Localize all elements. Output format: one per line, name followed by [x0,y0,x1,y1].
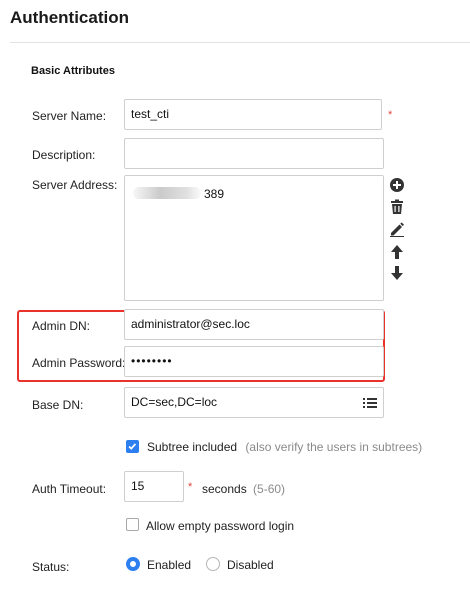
server-address-label: Server Address: [32,178,118,192]
status-enabled-label[interactable]: Enabled [147,558,191,572]
base-dn-value: DC=sec,DC=loc [131,395,218,409]
move-down-icon[interactable] [389,265,405,281]
title-divider [10,42,470,43]
status-disabled-label[interactable]: Disabled [227,558,274,572]
auth-timeout-required-marker: * [188,481,193,493]
server-address-textarea[interactable]: 389 [124,175,384,301]
server-name-required-marker: * [388,109,393,121]
page-title: Authentication [10,8,129,27]
delete-icon[interactable] [389,199,405,215]
admin-dn-input[interactable]: administrator@sec.loc [124,309,384,340]
base-dn-input[interactable]: DC=sec,DC=loc [124,387,384,418]
auth-timeout-input[interactable]: 15 [124,471,184,502]
server-name-input[interactable]: test_cti [124,99,382,130]
base-dn-label: Base DN: [32,398,84,412]
section-title: Basic Attributes [31,65,115,77]
allow-empty-checkbox[interactable] [126,518,139,531]
list-icon[interactable] [363,396,377,410]
auth-timeout-label: Auth Timeout: [32,482,107,496]
server-address-port: 389 [204,187,225,201]
auth-timeout-range: (5-60) [253,482,286,496]
admin-password-label: Admin Password: [32,356,126,370]
description-input[interactable] [124,138,384,169]
move-up-icon[interactable] [389,244,405,260]
subtree-label[interactable]: Subtree included [147,440,237,454]
subtree-checkbox[interactable] [126,440,139,453]
edit-icon[interactable] [389,221,405,237]
status-label: Status: [32,560,70,574]
subtree-hint: (also verify the users in subtrees) [245,440,423,454]
status-enabled-radio[interactable] [126,557,140,571]
status-disabled-radio[interactable] [206,557,220,571]
admin-dn-label: Admin DN: [32,319,91,333]
server-name-label: Server Name: [32,109,107,123]
auth-timeout-unit: seconds [202,482,247,496]
add-icon[interactable] [389,177,405,193]
admin-password-input[interactable]: •••••••• [124,346,384,377]
checkmark-icon [128,443,137,450]
description-label: Description: [32,148,96,162]
redacted-address [133,187,201,199]
allow-empty-label[interactable]: Allow empty password login [146,519,294,533]
